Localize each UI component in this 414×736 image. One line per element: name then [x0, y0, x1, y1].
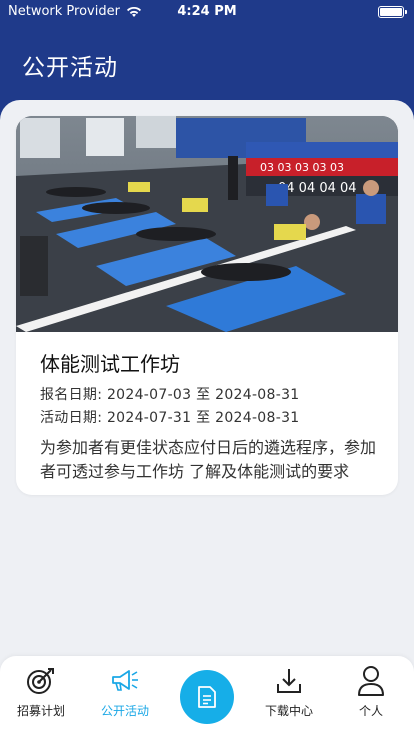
svg-text:04 04 04 04: 04 04 04 04: [278, 181, 357, 196]
enroll-date-value: 2024-07-03 至 2024-08-31: [106, 387, 300, 403]
tab-profile-label: 个人: [358, 704, 383, 718]
status-time: 4:24 PM: [177, 4, 237, 19]
download-icon: [277, 669, 301, 693]
tab-public-activity[interactable]: 公开活动: [90, 664, 160, 719]
content-area: 03 03 03 03 03 04 04 04 04 体能测试工作坊 报名日期:…: [0, 100, 414, 660]
enroll-date-label: 报名日期:: [40, 387, 107, 403]
page-title: 公开活动: [22, 55, 118, 81]
megaphone-icon: [112, 670, 138, 691]
svg-text:03 03 03 03 03: 03 03 03 03 03: [260, 161, 344, 174]
tab-recruitment-label: 招募计划: [16, 704, 65, 718]
tab-download-center[interactable]: 下载中心: [254, 664, 324, 719]
tab-download-center-label: 下载中心: [264, 704, 313, 718]
activity-date-value: 2024-07-31 至 2024-08-31: [106, 410, 300, 426]
enroll-date: 报名日期: 2024-07-03 至 2024-08-31: [40, 384, 300, 404]
documents-button[interactable]: [180, 670, 234, 724]
target-icon: [27, 668, 54, 694]
activity-title: 体能测试工作坊: [40, 352, 180, 376]
document-icon: [198, 686, 216, 708]
bottom-tab-bar: 招募计划 公开活动 下载中心 个人: [0, 656, 414, 736]
user-icon: [358, 666, 384, 696]
activity-card[interactable]: 03 03 03 03 03 04 04 04 04 体能测试工作坊 报名日期:…: [16, 116, 398, 495]
status-bar: Network Provider 4:24 PM: [0, 0, 414, 24]
activity-photo: 03 03 03 03 03 04 04 04 04: [16, 116, 398, 332]
tab-recruitment[interactable]: 招募计划: [6, 664, 76, 719]
tab-profile[interactable]: 个人: [336, 664, 406, 719]
tab-public-activity-label: 公开活动: [100, 704, 149, 718]
activity-date-label: 活动日期:: [40, 410, 107, 426]
battery-icon: [378, 6, 407, 18]
activity-description: 为参加者有更佳状态应付日后的遴选程序，参加者可透过参与工作坊 了解及体能测试的要…: [40, 438, 376, 481]
activity-date: 活动日期: 2024-07-31 至 2024-08-31: [40, 407, 300, 427]
